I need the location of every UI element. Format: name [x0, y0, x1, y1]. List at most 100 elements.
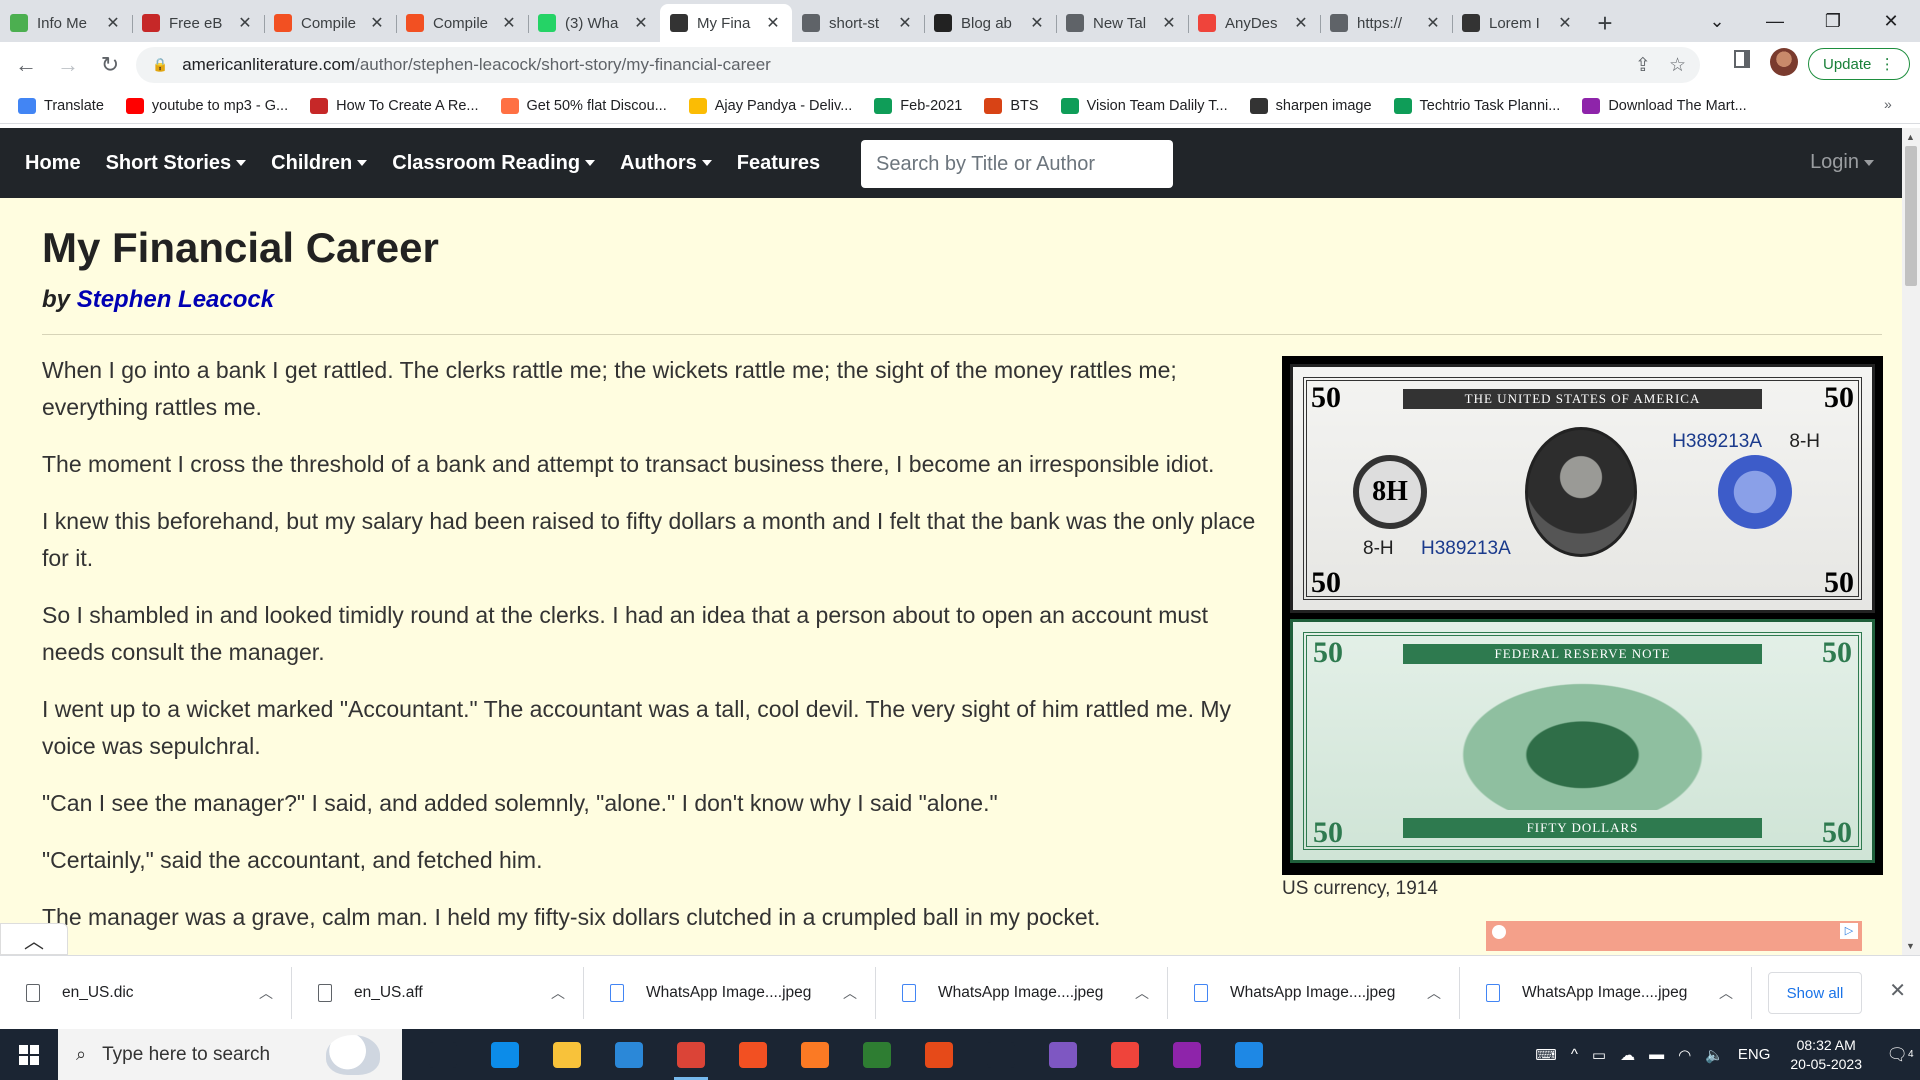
- show-all-button[interactable]: Show all: [1768, 972, 1862, 1014]
- scroll-down-arrow-icon[interactable]: ▼: [1906, 941, 1915, 951]
- scroll-to-top-button[interactable]: ︿: [0, 923, 68, 955]
- device-icon[interactable]: ▭: [1592, 1046, 1606, 1064]
- battery-icon[interactable]: ▬: [1649, 1046, 1664, 1063]
- download-item[interactable]: WhatsApp Image....jpeg ︿: [584, 966, 876, 1019]
- nav-item[interactable]: Home: [25, 152, 81, 175]
- bookmark-item[interactable]: Get 50% flat Discou...: [500, 97, 667, 114]
- bookmark-star-icon[interactable]: ☆: [1669, 54, 1686, 77]
- more-bookmarks-icon[interactable]: »: [1884, 96, 1892, 112]
- bookmark-item[interactable]: Translate: [18, 97, 104, 114]
- close-window-button[interactable]: ✕: [1862, 0, 1920, 42]
- advertisement[interactable]: ▷: [1486, 921, 1862, 951]
- download-item[interactable]: WhatsApp Image....jpeg ︿: [1460, 966, 1752, 1019]
- close-tab-icon[interactable]: ✕: [896, 13, 914, 33]
- reload-button[interactable]: ↻: [94, 49, 126, 81]
- wifi-icon[interactable]: ◠: [1678, 1046, 1691, 1064]
- lock-icon[interactable]: 🔒: [152, 57, 168, 73]
- taskbar-app[interactable]: [1032, 1029, 1094, 1080]
- browser-tab[interactable]: Compile ✕: [264, 4, 396, 42]
- close-tab-icon[interactable]: ✕: [236, 13, 254, 33]
- close-tab-icon[interactable]: ✕: [1160, 13, 1178, 33]
- new-tab-button[interactable]: +: [1584, 4, 1626, 42]
- taskbar-app[interactable]: [908, 1029, 970, 1080]
- browser-tab[interactable]: Info Me ✕: [0, 4, 132, 42]
- address-bar[interactable]: 🔒 americanliterature.com/author/stephen-…: [136, 47, 1700, 83]
- scrollbar-thumb[interactable]: [1905, 146, 1917, 286]
- language-indicator[interactable]: ENG: [1738, 1046, 1771, 1063]
- ad-choices-icon[interactable]: ▷: [1840, 923, 1858, 939]
- chevron-up-icon[interactable]: ︿: [259, 983, 273, 1003]
- login-menu[interactable]: Login: [1810, 151, 1874, 174]
- taskbar-app[interactable]: [846, 1029, 908, 1080]
- close-tab-icon[interactable]: ✕: [104, 13, 122, 33]
- start-button[interactable]: [0, 1029, 58, 1080]
- browser-tab[interactable]: short-st ✕: [792, 4, 924, 42]
- close-tab-icon[interactable]: ✕: [764, 13, 782, 33]
- share-icon[interactable]: ⇪: [1635, 54, 1651, 77]
- clock[interactable]: 08:32 AM 20-05-2023: [1790, 1036, 1862, 1074]
- download-item[interactable]: en_US.dic ︿: [0, 966, 292, 1019]
- taskbar-app[interactable]: [536, 1029, 598, 1080]
- update-button[interactable]: Update ⋮: [1808, 48, 1910, 80]
- nav-item[interactable]: Short Stories: [106, 152, 247, 175]
- author-link[interactable]: Stephen Leacock: [77, 286, 274, 313]
- bookmark-item[interactable]: Download The Mart...: [1582, 97, 1747, 114]
- side-panel-icon[interactable]: [1734, 50, 1750, 68]
- close-downloads-icon[interactable]: ✕: [1889, 978, 1906, 1003]
- forward-button[interactable]: →: [52, 49, 84, 81]
- taskbar-app[interactable]: [1094, 1029, 1156, 1080]
- minimize-button[interactable]: —: [1746, 0, 1804, 42]
- chevron-up-icon[interactable]: ︿: [1719, 983, 1733, 1003]
- chevron-up-icon[interactable]: ︿: [843, 983, 857, 1003]
- browser-tab[interactable]: https:// ✕: [1320, 4, 1452, 42]
- download-item[interactable]: WhatsApp Image....jpeg ︿: [876, 966, 1168, 1019]
- browser-tab[interactable]: New Tal ✕: [1056, 4, 1188, 42]
- page-scrollbar[interactable]: ▲ ▼: [1902, 128, 1920, 955]
- taskbar-app[interactable]: [722, 1029, 784, 1080]
- browser-tab[interactable]: My Fina ✕: [660, 4, 792, 42]
- cloud-icon[interactable]: ☁: [1620, 1046, 1635, 1064]
- taskbar-app[interactable]: [1218, 1029, 1280, 1080]
- bookmark-item[interactable]: Ajay Pandya - Deliv...: [688, 97, 852, 114]
- notifications-button[interactable]: 🗨 4: [1880, 1029, 1920, 1080]
- taskbar-app[interactable]: [598, 1029, 660, 1080]
- close-tab-icon[interactable]: ✕: [368, 13, 386, 33]
- close-tab-icon[interactable]: ✕: [1556, 13, 1574, 33]
- browser-tab[interactable]: (3) Wha ✕: [528, 4, 660, 42]
- bookmark-item[interactable]: BTS: [984, 97, 1039, 114]
- taskbar-app[interactable]: [784, 1029, 846, 1080]
- bookmark-item[interactable]: How To Create A Re...: [310, 97, 479, 114]
- bookmark-item[interactable]: sharpen image: [1249, 97, 1372, 114]
- browser-tab[interactable]: AnyDes ✕: [1188, 4, 1320, 42]
- taskbar-app[interactable]: [970, 1029, 1032, 1080]
- browser-tab[interactable]: Compile ✕: [396, 4, 528, 42]
- taskbar-app[interactable]: [412, 1029, 474, 1080]
- back-button[interactable]: ←: [10, 49, 42, 81]
- close-tab-icon[interactable]: ✕: [1292, 13, 1310, 33]
- nav-item[interactable]: Classroom Reading: [392, 152, 596, 175]
- taskbar-search[interactable]: ⌕ Type here to search: [58, 1029, 402, 1080]
- browser-tab[interactable]: Lorem I ✕: [1452, 4, 1584, 42]
- avatar[interactable]: [1770, 48, 1798, 76]
- taskbar-app[interactable]: [660, 1029, 722, 1080]
- taskbar-app[interactable]: [1156, 1029, 1218, 1080]
- chevron-up-icon[interactable]: ︿: [1427, 983, 1441, 1003]
- chevron-up-icon[interactable]: ︿: [551, 983, 565, 1003]
- close-tab-icon[interactable]: ✕: [1028, 13, 1046, 33]
- keyboard-icon[interactable]: ⌨: [1535, 1046, 1557, 1064]
- nav-item[interactable]: Features: [737, 152, 820, 175]
- nav-item[interactable]: Children: [271, 152, 368, 175]
- download-item[interactable]: en_US.aff ︿: [292, 966, 584, 1019]
- volume-icon[interactable]: 🔈: [1705, 1046, 1724, 1064]
- scroll-up-arrow-icon[interactable]: ▲: [1906, 132, 1915, 142]
- browser-tab[interactable]: Free eB ✕: [132, 4, 264, 42]
- close-tab-icon[interactable]: ✕: [1424, 13, 1442, 33]
- download-item[interactable]: WhatsApp Image....jpeg ︿: [1168, 966, 1460, 1019]
- site-search-input[interactable]: [861, 140, 1173, 188]
- taskbar-app[interactable]: [474, 1029, 536, 1080]
- close-tab-icon[interactable]: ✕: [500, 13, 518, 33]
- bookmark-item[interactable]: Vision Team Dalily T...: [1060, 97, 1228, 114]
- tab-search-icon[interactable]: ⌄: [1688, 0, 1746, 42]
- browser-tab[interactable]: Blog ab ✕: [924, 4, 1056, 42]
- bookmark-item[interactable]: Techtrio Task Planni...: [1393, 97, 1560, 114]
